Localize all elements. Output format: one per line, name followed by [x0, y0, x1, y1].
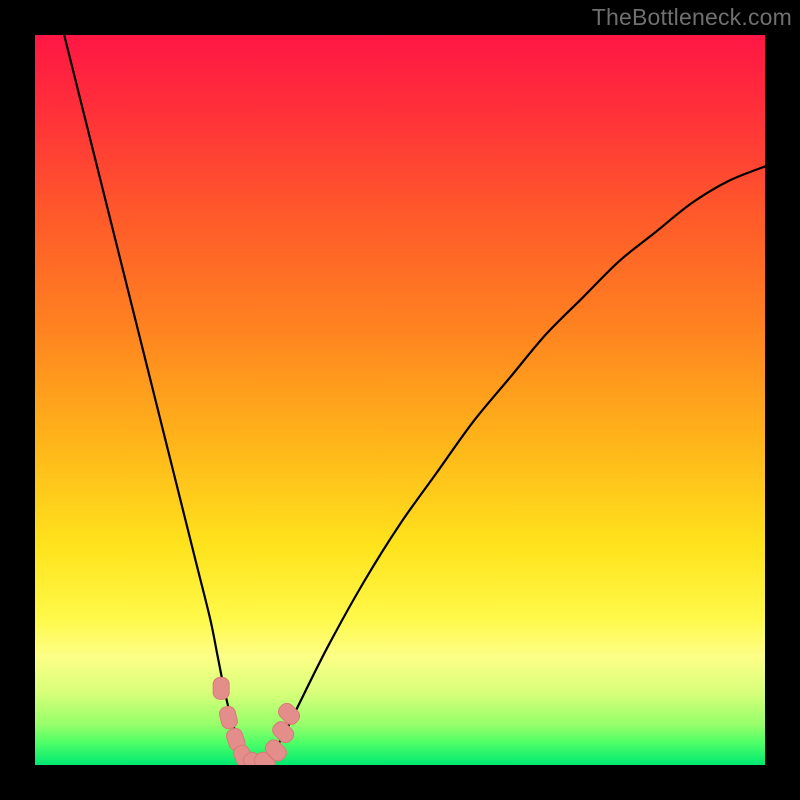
plot-area — [35, 35, 765, 765]
bottleneck-curve — [64, 35, 765, 765]
marker-group — [213, 677, 302, 765]
chart-overlay — [35, 35, 765, 765]
watermark-text: TheBottleneck.com — [592, 4, 792, 31]
curve-marker — [213, 677, 229, 699]
chart-frame: TheBottleneck.com — [0, 0, 800, 800]
curve-marker — [218, 705, 239, 730]
